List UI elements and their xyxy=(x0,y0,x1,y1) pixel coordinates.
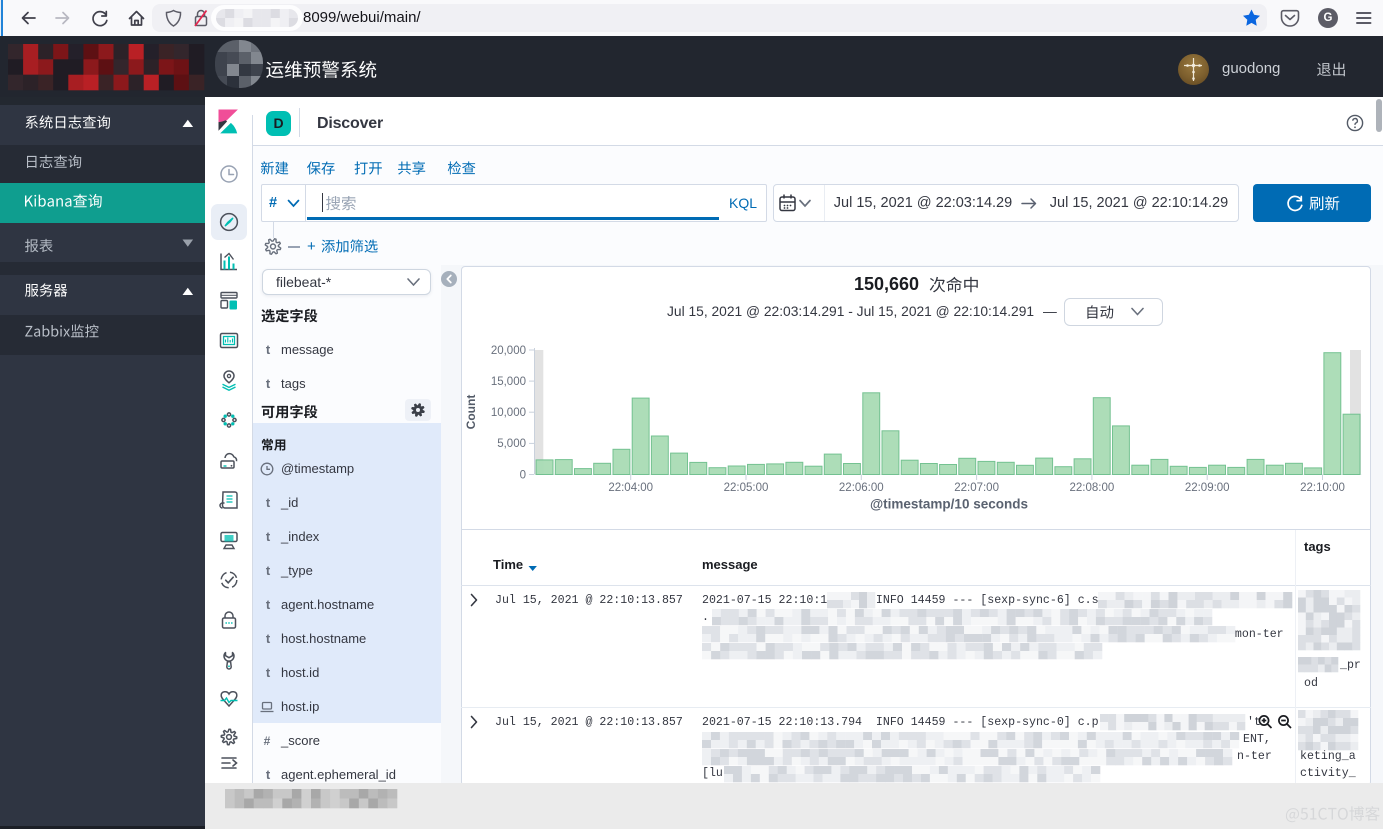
svg-text:10,000: 10,000 xyxy=(491,407,526,419)
svg-text:15,000: 15,000 xyxy=(491,376,526,388)
svg-text:20,000: 20,000 xyxy=(491,345,526,357)
svg-text:5,000: 5,000 xyxy=(497,438,526,450)
svg-text:Count: Count xyxy=(464,395,478,430)
svg-text:22:06:00: 22:06:00 xyxy=(839,482,884,494)
svg-text:22:05:00: 22:05:00 xyxy=(724,482,769,494)
svg-text:22:07:00: 22:07:00 xyxy=(954,482,999,494)
svg-text:22:10:00: 22:10:00 xyxy=(1300,482,1345,494)
svg-text:22:04:00: 22:04:00 xyxy=(608,482,653,494)
svg-text:22:09:00: 22:09:00 xyxy=(1185,482,1230,494)
svg-text:@timestamp/10 seconds: @timestamp/10 seconds xyxy=(870,497,1028,512)
svg-text:0: 0 xyxy=(520,469,526,481)
svg-text:22:08:00: 22:08:00 xyxy=(1070,482,1115,494)
